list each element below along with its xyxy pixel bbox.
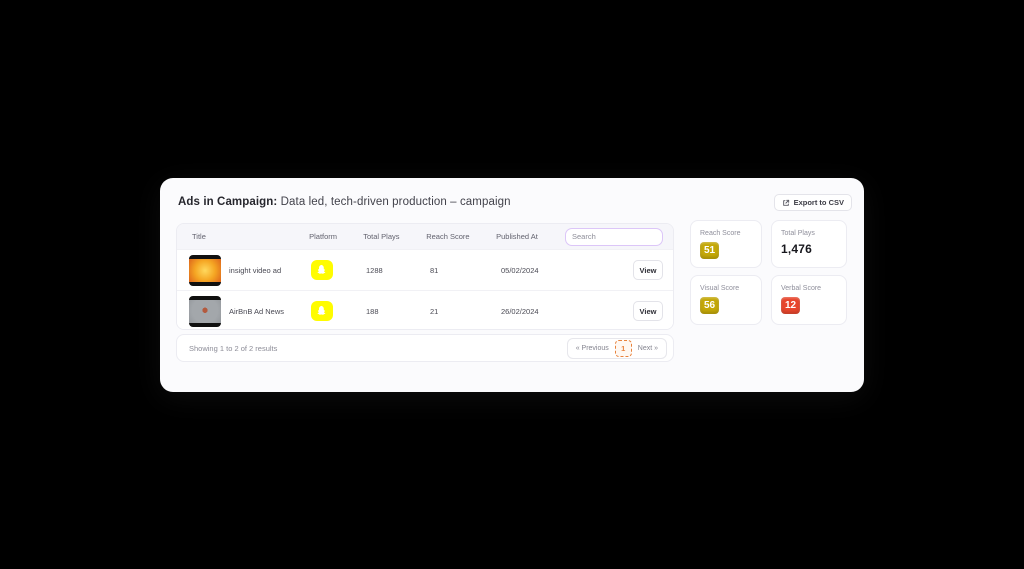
ad-thumbnail bbox=[189, 296, 221, 327]
previous-page-button[interactable]: « Previous bbox=[570, 340, 615, 357]
visual-score-badge: 56 bbox=[700, 297, 719, 314]
ads-table: Title Platform Total Plays Reach Score P… bbox=[176, 223, 674, 330]
total-plays-value: 1,476 bbox=[781, 242, 837, 256]
search-container bbox=[565, 228, 663, 246]
table-header-row: Title Platform Total Plays Reach Score P… bbox=[177, 224, 673, 249]
snapchat-icon bbox=[311, 301, 333, 321]
ad-title: insight video ad bbox=[229, 266, 281, 275]
published-at-cell: 05/02/2024 bbox=[501, 266, 571, 275]
pager-group: « Previous 1 Next » bbox=[567, 338, 667, 359]
pagination-bar: Showing 1 to 2 of 2 results « Previous 1… bbox=[176, 334, 674, 362]
verbal-score-label: Verbal Score bbox=[781, 285, 837, 292]
page-title-label: Ads in Campaign: bbox=[178, 196, 277, 208]
reach-score-cell: 81 bbox=[430, 266, 501, 275]
total-plays-cell: 1288 bbox=[366, 266, 430, 275]
column-header-title: Title bbox=[192, 232, 309, 241]
total-plays-card: Total Plays 1,476 bbox=[771, 220, 847, 268]
search-input[interactable] bbox=[565, 228, 663, 246]
column-header-published-at: Published At bbox=[496, 232, 565, 241]
reach-score-label: Reach Score bbox=[700, 230, 752, 237]
reach-score-cell: 21 bbox=[430, 307, 501, 316]
current-page-button[interactable]: 1 bbox=[615, 340, 632, 357]
page-title: Ads in Campaign: Data led, tech-driven p… bbox=[178, 196, 511, 208]
ad-title-cell: insight video ad bbox=[189, 255, 311, 286]
view-button[interactable]: View bbox=[633, 301, 663, 321]
verbal-score-badge: 12 bbox=[781, 297, 800, 314]
column-header-reach-score: Reach Score bbox=[426, 232, 496, 241]
column-header-platform: Platform bbox=[309, 232, 363, 241]
published-at-cell: 26/02/2024 bbox=[501, 307, 571, 316]
external-link-icon bbox=[782, 199, 790, 207]
ads-in-campaign-card: Ads in Campaign: Data led, tech-driven p… bbox=[160, 178, 864, 392]
total-plays-cell: 188 bbox=[366, 307, 430, 316]
platform-cell bbox=[311, 260, 366, 280]
export-to-csv-button[interactable]: Export to CSV bbox=[774, 194, 852, 211]
ad-title: AirBnB Ad News bbox=[229, 307, 284, 316]
campaign-name: Data led, tech-driven production – campa… bbox=[281, 196, 511, 208]
results-summary: Showing 1 to 2 of 2 results bbox=[189, 344, 277, 353]
verbal-score-card: Verbal Score 12 bbox=[771, 275, 847, 325]
next-page-button[interactable]: Next » bbox=[632, 340, 664, 357]
snapchat-icon bbox=[311, 260, 333, 280]
column-header-total-plays: Total Plays bbox=[363, 232, 426, 241]
ad-thumbnail bbox=[189, 255, 221, 286]
reach-score-badge: 51 bbox=[700, 242, 719, 259]
table-row[interactable]: AirBnB Ad News 188 21 26/02/2024 View bbox=[177, 290, 673, 330]
reach-score-card: Reach Score 51 bbox=[690, 220, 762, 268]
page-background: { "header": { "title_label": "Ads in Cam… bbox=[0, 0, 1024, 569]
visual-score-label: Visual Score bbox=[700, 285, 752, 292]
view-button[interactable]: View bbox=[633, 260, 663, 280]
export-to-csv-label: Export to CSV bbox=[794, 198, 844, 207]
total-plays-label: Total Plays bbox=[781, 230, 837, 237]
visual-score-card: Visual Score 56 bbox=[690, 275, 762, 325]
table-row[interactable]: insight video ad 1288 81 05/02/2024 View bbox=[177, 249, 673, 290]
ad-title-cell: AirBnB Ad News bbox=[189, 296, 311, 327]
platform-cell bbox=[311, 301, 366, 321]
